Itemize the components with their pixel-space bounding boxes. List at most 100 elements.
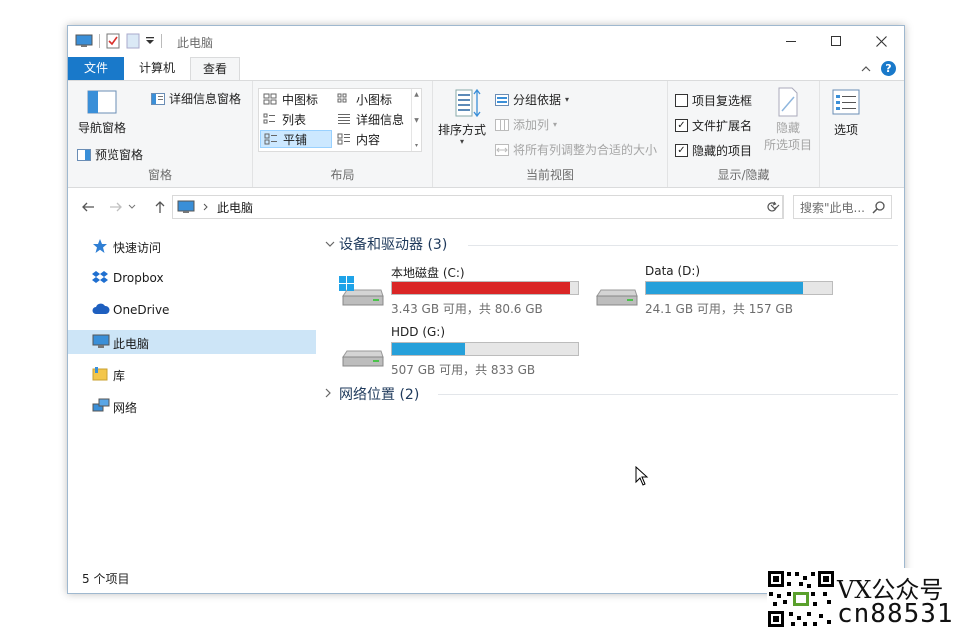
options-icon — [832, 89, 860, 115]
hidden-items-toggle[interactable]: ✓ 隐藏的项目 — [675, 142, 752, 159]
size-columns-button[interactable]: 将所有列调整为合适的大小 — [495, 141, 657, 158]
sidebar-item-quick-access[interactable]: 快速访问 — [68, 234, 316, 258]
section-divider — [468, 245, 898, 246]
back-button[interactable] — [78, 198, 98, 216]
layout-gallery: 中图标 小图标 列表 详细信息 平铺 内容 ▲ ▼ ▾ — [258, 88, 422, 152]
layout-tiles[interactable]: 平铺 — [260, 130, 332, 148]
computer-icon — [92, 334, 110, 348]
sidebar-item-label: 网络 — [113, 401, 138, 415]
scroll-up-icon[interactable]: ▲ — [414, 91, 419, 98]
minimize-button[interactable] — [768, 26, 814, 56]
devices-section-header[interactable]: 设备和驱动器 (3) — [325, 234, 447, 254]
options-label: 选项 — [833, 123, 858, 137]
scroll-down-icon[interactable]: ▼ — [414, 117, 419, 124]
nav-pane-button[interactable]: 导航窗格 — [74, 89, 130, 136]
sidebar-item-libraries[interactable]: 库 — [68, 362, 316, 386]
sidebar-item-network[interactable]: 网络 — [68, 394, 316, 418]
sidebar-item-label: Dropbox — [113, 271, 164, 285]
layout-label: 详细信息 — [356, 112, 405, 127]
maximize-button[interactable] — [813, 26, 859, 56]
options-button[interactable]: 选项 — [824, 89, 868, 138]
properties-icon[interactable] — [106, 33, 120, 49]
sort-by-button[interactable]: 排序方式 ▾ — [435, 87, 489, 146]
hide-selected-icon — [778, 87, 798, 117]
search-input[interactable]: 搜索"此电... — [800, 199, 865, 216]
address-bar[interactable]: 此电脑 — [172, 195, 784, 219]
new-folder-icon[interactable] — [126, 33, 140, 49]
drive-usage-bar — [645, 281, 833, 295]
sidebar-item-dropbox[interactable]: Dropbox — [68, 266, 316, 290]
sidebar-item-this-pc[interactable]: 此电脑 — [68, 330, 316, 354]
tiles-icon — [264, 133, 277, 145]
help-icon[interactable]: ? — [881, 61, 896, 76]
sidebar-item-label: OneDrive — [113, 303, 170, 317]
dropdown-arrow-icon: ▾ — [565, 95, 570, 104]
tab-computer[interactable]: 计算机 — [128, 57, 186, 80]
preview-pane-icon — [77, 148, 91, 161]
customize-dropdown-icon[interactable] — [145, 36, 155, 46]
drive-tile-c[interactable]: 本地磁盘 (C:) 3.43 GB 可用，共 80.6 GB — [339, 264, 599, 320]
qr-code-icon — [767, 570, 835, 628]
forward-button[interactable] — [106, 198, 126, 216]
collapse-ribbon-icon[interactable] — [861, 65, 871, 73]
drive-usage-bar — [391, 342, 579, 356]
close-button[interactable] — [858, 26, 904, 56]
preview-pane-label: 预览窗格 — [95, 148, 144, 162]
details-pane-button[interactable]: 详细信息窗格 — [151, 90, 241, 107]
up-button[interactable] — [150, 198, 170, 216]
item-checkboxes-label: 项目复选框 — [692, 94, 753, 108]
chevron-right-icon[interactable] — [203, 203, 209, 211]
window-title: 此电脑 — [177, 36, 214, 50]
group-by-button[interactable]: 分组依据 ▾ — [495, 91, 569, 108]
title-bar: 此电脑 — [68, 26, 904, 56]
tab-file[interactable]: 文件 — [68, 57, 124, 80]
nav-pane-label: 导航窗格 — [77, 121, 126, 135]
search-box[interactable]: 搜索"此电... — [793, 195, 892, 219]
item-checkboxes-checkbox[interactable] — [675, 94, 688, 107]
drive-tile-g[interactable]: HDD (G:) 507 GB 可用，共 833 GB — [339, 325, 599, 381]
refresh-button[interactable] — [761, 195, 783, 219]
panes-group: 导航窗格 预览窗格 详细信息窗格 窗格 — [68, 81, 253, 187]
item-checkboxes-toggle[interactable]: 项目复选框 — [675, 92, 752, 109]
ribbon: 导航窗格 预览窗格 详细信息窗格 窗格 中图标 小图标 列表 详细信息 平铺 内… — [68, 80, 904, 188]
layout-list[interactable]: 列表 — [260, 110, 332, 128]
network-icon — [92, 398, 110, 412]
minimize-icon — [786, 41, 796, 42]
hide-selected-button[interactable]: 隐藏 所选项目 — [760, 87, 816, 153]
ribbon-tabs: 文件 计算机 查看 ? — [68, 56, 904, 80]
ribbon-controls: ? — [861, 61, 896, 76]
sort-icon — [455, 88, 481, 118]
hidden-items-checkbox[interactable]: ✓ — [675, 144, 688, 157]
drive-name: HDD (G:) — [391, 325, 446, 339]
layout-content[interactable]: 内容 — [334, 130, 410, 148]
recent-locations-button[interactable] — [126, 198, 138, 216]
preview-pane-button[interactable]: 预览窗格 — [77, 146, 143, 163]
layout-scrollbar[interactable]: ▲ ▼ ▾ — [411, 89, 421, 151]
sidebar-item-onedrive[interactable]: OneDrive — [68, 298, 316, 322]
network-section-header[interactable]: 网络位置 (2) — [325, 384, 419, 404]
group-by-label: 分组依据 — [513, 93, 562, 107]
hide-selected-label-line2: 所选项目 — [763, 138, 812, 152]
layout-details[interactable]: 详细信息 — [334, 110, 410, 128]
layout-label: 小图标 — [356, 92, 393, 107]
refresh-icon — [766, 201, 777, 212]
toolbar-divider — [161, 34, 162, 48]
file-extensions-toggle[interactable]: ✓ 文件扩展名 — [675, 117, 752, 134]
add-columns-button[interactable]: 添加列 ▾ — [495, 116, 557, 133]
drive-space-info: 3.43 GB 可用，共 80.6 GB — [391, 302, 543, 316]
panes-group-label: 窗格 — [147, 168, 172, 182]
toolbar-divider — [99, 34, 100, 48]
expand-gallery-icon[interactable]: ▾ — [415, 142, 418, 149]
layout-medium-icons[interactable]: 中图标 — [260, 90, 332, 108]
search-icon[interactable] — [872, 200, 886, 214]
drive-tile-d[interactable]: Data (D:) 24.1 GB 可用，共 157 GB — [593, 264, 853, 320]
show-hide-group-label: 显示/隐藏 — [717, 168, 770, 182]
tab-view[interactable]: 查看 — [190, 57, 240, 80]
file-extensions-checkbox[interactable]: ✓ — [675, 119, 688, 132]
layout-label: 内容 — [356, 132, 381, 147]
section-divider — [438, 394, 898, 395]
sidebar-item-label: 此电脑 — [113, 337, 150, 351]
navigation-pane-icon — [87, 90, 117, 114]
current-view-group: 排序方式 ▾ 分组依据 ▾ 添加列 ▾ 将所有列调整为合适的大小 当前视图 — [433, 81, 668, 187]
layout-small-icons[interactable]: 小图标 — [334, 90, 410, 108]
